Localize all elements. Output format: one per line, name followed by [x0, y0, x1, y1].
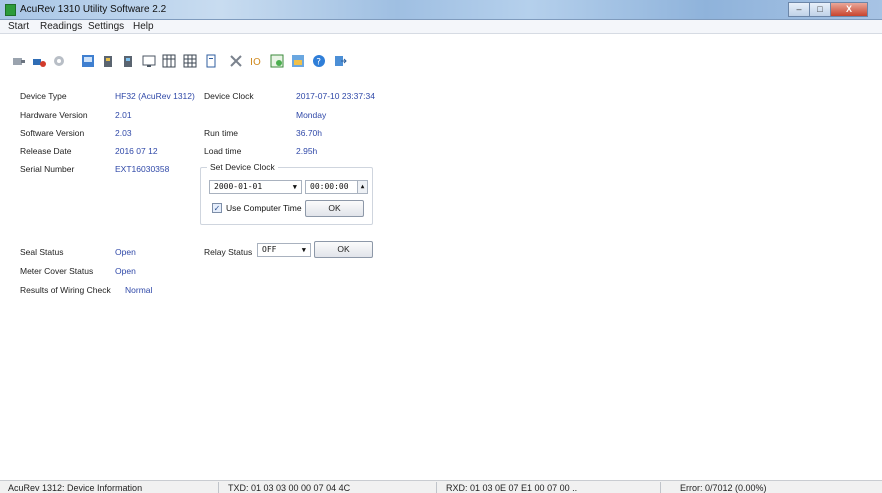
serial-number-value: EXT16030358 [115, 164, 170, 174]
relay-ok-button[interactable]: OK [314, 241, 373, 258]
window-controls: – □ X [788, 2, 868, 17]
relay-status-select[interactable]: OFF ▼ [257, 243, 311, 257]
maximize-button[interactable]: □ [809, 2, 831, 17]
hardware-version-value: 2.01 [115, 110, 132, 120]
disconnect-icon[interactable] [32, 54, 46, 68]
meter-cover-status-label: Meter Cover Status [20, 266, 94, 276]
status-bar: AcuRev 1312: Device Information TXD: 01 … [0, 480, 882, 493]
image-icon[interactable] [291, 54, 305, 68]
energy-icon[interactable] [101, 54, 115, 68]
meter-cover-status-value: Open [115, 266, 136, 276]
menu-settings[interactable]: Settings [88, 21, 124, 32]
monitor-icon[interactable] [142, 54, 156, 68]
device-clock-label: Device Clock [204, 91, 254, 101]
menu-bar: Start Readings Settings Help [0, 20, 882, 34]
calendar-icon[interactable] [162, 54, 176, 68]
menu-start[interactable]: Start [8, 21, 29, 32]
status-divider [660, 482, 661, 493]
date-picker[interactable]: 2000-01-01 ▼ [209, 180, 302, 194]
load-time-value: 2.95h [296, 146, 318, 156]
document-icon[interactable] [204, 54, 218, 68]
dropdown-arrow-icon[interactable]: ▼ [293, 181, 297, 193]
device-type-label: Device Type [20, 91, 67, 101]
release-date-label: Release Date [20, 146, 72, 156]
io-icon[interactable]: IO [250, 54, 264, 68]
software-version-value: 2.03 [115, 128, 132, 138]
time-value: 00:00:00 [310, 182, 349, 191]
calendar-grid-icon[interactable] [183, 54, 197, 68]
use-computer-time-label: Use Computer Time [226, 203, 302, 213]
date-value: 2000-01-01 [214, 182, 263, 191]
svg-text:?: ? [316, 58, 321, 68]
software-version-label: Software Version [20, 128, 85, 138]
wiring-check-label: Results of Wiring Check [20, 285, 111, 295]
device-day-value: Monday [296, 110, 327, 120]
status-error: Error: 0/7012 (0.00%) [680, 483, 767, 493]
hardware-version-label: Hardware Version [20, 110, 88, 120]
seal-status-value: Open [115, 247, 136, 257]
demand-icon[interactable] [121, 54, 135, 68]
relay-status-value: OFF [262, 245, 277, 254]
status-rxd: RXD: 01 03 0E 07 E1 00 07 00 .. [446, 483, 578, 493]
run-time-value: 36.70h [296, 128, 322, 138]
device-info-icon[interactable] [81, 54, 95, 68]
use-computer-time-checkbox[interactable]: ✓ [212, 203, 222, 213]
minimize-button[interactable]: – [788, 2, 810, 17]
status-divider [218, 482, 219, 493]
title-bar: AcuRev 1310 Utility Software 2.2 – □ X [0, 0, 882, 20]
serial-number-label: Serial Number [20, 164, 75, 174]
load-time-label: Load time [204, 146, 242, 156]
settings-gear-icon[interactable] [52, 54, 66, 68]
set-clock-title: Set Device Clock [207, 162, 278, 172]
app-icon [5, 4, 16, 16]
menu-help[interactable]: Help [133, 21, 154, 32]
schedule-icon[interactable] [270, 54, 284, 68]
status-page: AcuRev 1312: Device Information [8, 483, 143, 493]
time-input[interactable]: 00:00:00 ▲ [305, 180, 368, 194]
connect-icon[interactable] [12, 54, 26, 68]
relay-status-label: Relay Status [204, 247, 253, 257]
spinner-icon[interactable]: ▲ [357, 181, 367, 193]
menu-readings[interactable]: Readings [40, 21, 82, 32]
dropdown-arrow-icon[interactable]: ▼ [302, 244, 306, 256]
run-time-label: Run time [204, 128, 239, 138]
release-date-value: 2016 07 12 [115, 146, 158, 156]
wiring-check-value: Normal [125, 285, 153, 295]
status-txd: TXD: 01 03 03 00 00 07 04 4C [228, 483, 351, 493]
seal-status-label: Seal Status [20, 247, 64, 257]
status-divider [436, 482, 437, 493]
device-clock-value: 2017-07-10 23:37:34 [296, 91, 375, 101]
tools-icon[interactable] [229, 54, 243, 68]
exit-icon[interactable] [333, 54, 347, 68]
window-title: AcuRev 1310 Utility Software 2.2 [20, 4, 167, 15]
help-icon[interactable]: ? [312, 54, 326, 68]
close-button[interactable]: X [830, 2, 868, 17]
set-clock-ok-button[interactable]: OK [305, 200, 364, 217]
device-type-value: HF32 (AcuRev 1312) [115, 91, 195, 101]
svg-text:IO: IO [250, 57, 261, 68]
